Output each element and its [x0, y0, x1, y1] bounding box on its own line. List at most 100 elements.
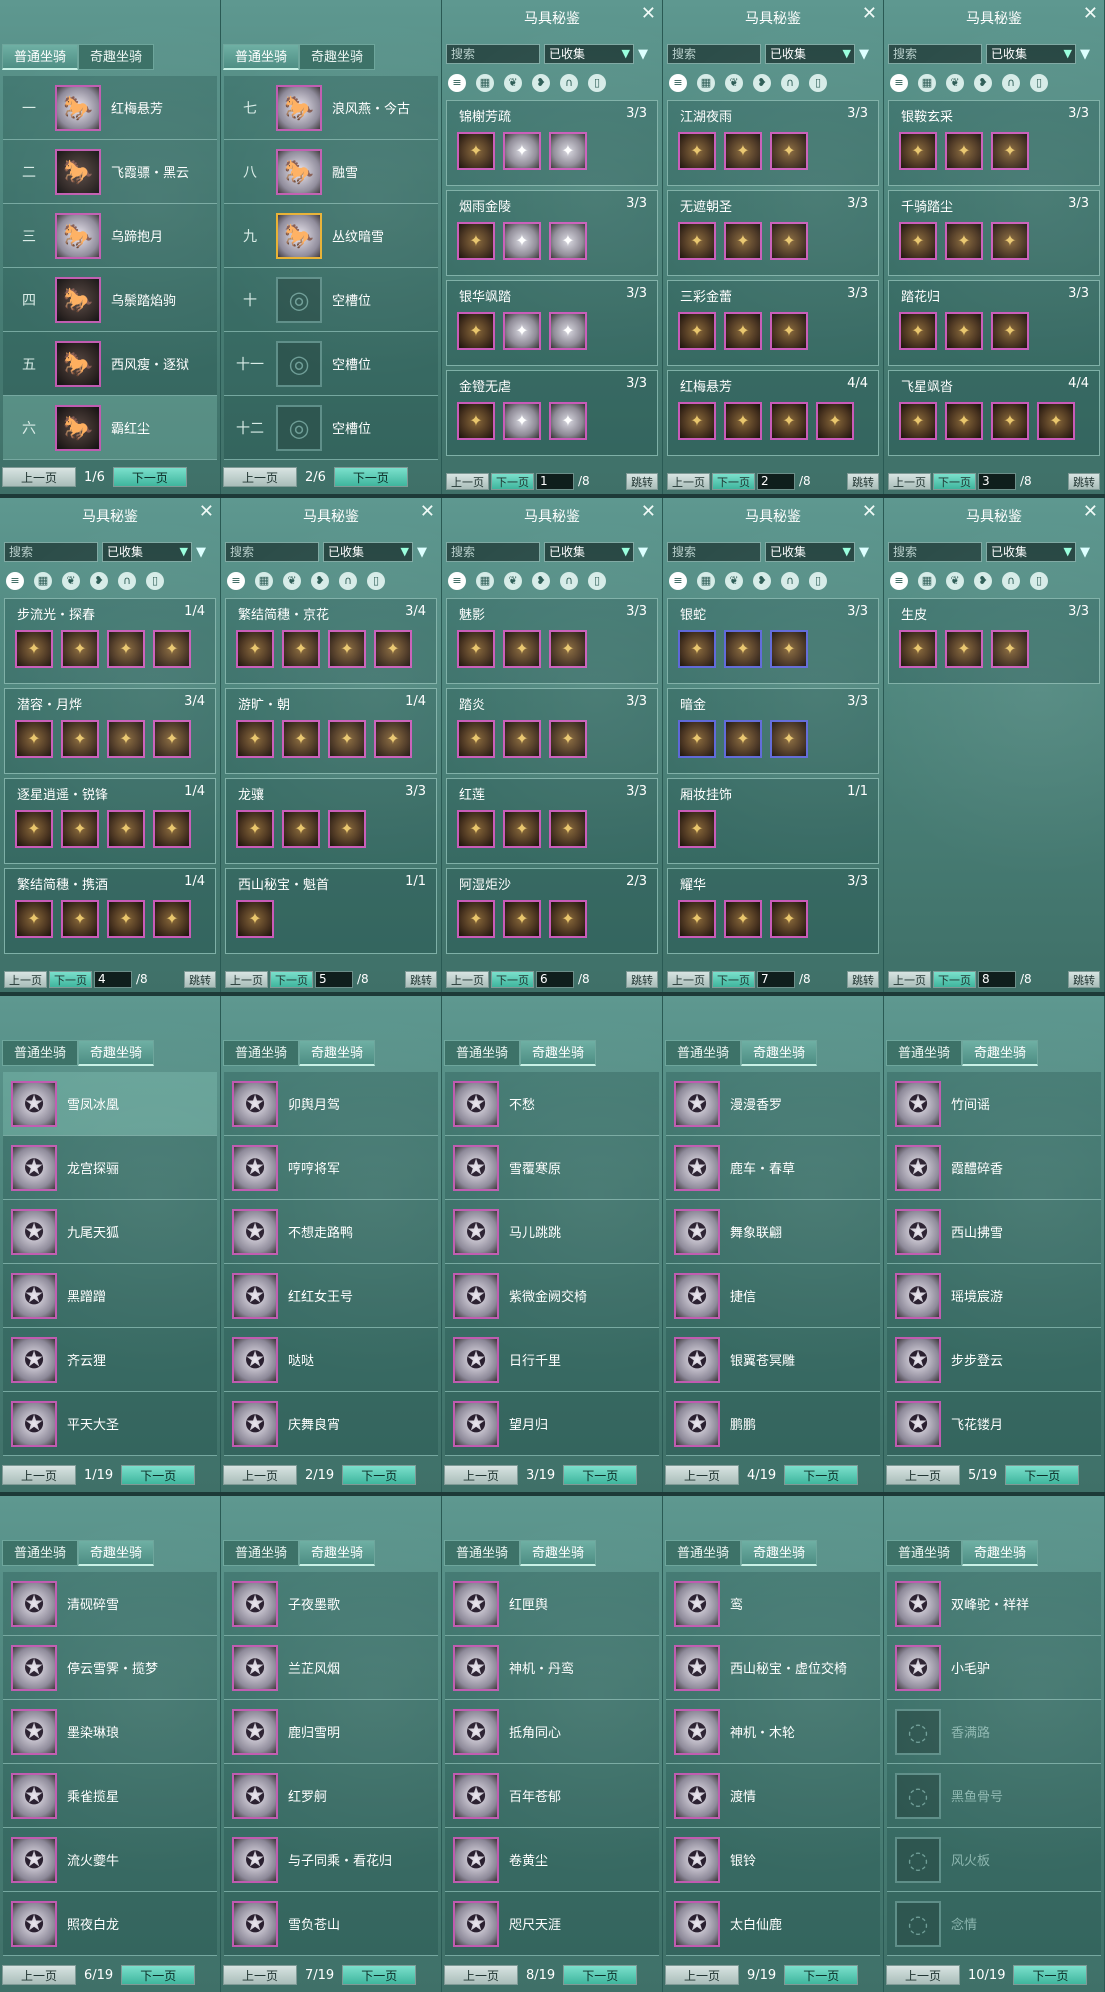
gear-piece-icon[interactable]: ✦ — [153, 720, 191, 758]
gear-set[interactable]: 游旷・朝 1/4 ✦ ✦ ✦ ✦ — [225, 688, 437, 774]
gear-piece-icon[interactable]: ✦ — [503, 900, 541, 938]
tab-fun-mount[interactable]: 奇趣坐骑 — [520, 1040, 596, 1066]
mount-list-item[interactable]: ✪ 哼哼将军 — [224, 1136, 438, 1200]
page-input[interactable]: 1 — [536, 472, 574, 490]
mount-list-item[interactable]: ✪ 瑶境宸游 — [887, 1264, 1101, 1328]
mount-list-item[interactable]: 七 🐎 浪风燕・今古 — [224, 76, 438, 140]
stirrup-icon[interactable]: ∩ — [118, 572, 136, 590]
tab-normal-mount[interactable]: 普通坐骑 — [665, 1040, 741, 1066]
mount-list-item[interactable]: ✪ 霞醴碎香 — [887, 1136, 1101, 1200]
mount-list-item[interactable]: ✪ 抵角同心 — [445, 1700, 659, 1764]
prev-page-button[interactable]: 上一页 — [888, 472, 931, 490]
collected-filter[interactable]: 已收集 ▼ — [765, 542, 855, 562]
gear-set[interactable]: 厢妆挂饰 1/1 ✦ — [667, 778, 879, 864]
next-page-button[interactable]: 下一页 — [563, 1465, 638, 1485]
mount-list-item[interactable]: ✪ 乘雀揽星 — [3, 1764, 217, 1828]
gear-set[interactable]: 三彩金蕾 3/3 ✦ ✦ ✦ — [667, 280, 879, 366]
filter-icon[interactable]: ▼ — [859, 47, 869, 62]
prev-page-button[interactable]: 上一页 — [886, 1465, 960, 1485]
mount-list-item[interactable]: ◌ 黑鱼骨号 — [887, 1764, 1101, 1828]
stirrup-icon[interactable]: ∩ — [560, 572, 578, 590]
jump-button[interactable]: 跳转 — [1068, 472, 1100, 490]
gear-piece-icon[interactable]: ✦ — [236, 900, 274, 938]
head-icon[interactable]: ❦ — [725, 572, 743, 590]
gear-set[interactable]: 红莲 3/3 ✦ ✦ ✦ — [446, 778, 658, 864]
filter-icon[interactable]: ▼ — [1080, 545, 1090, 560]
mount-list-item[interactable]: ✪ 渡情 — [666, 1764, 880, 1828]
gear-set[interactable]: 江湖夜雨 3/3 ✦ ✦ ✦ — [667, 100, 879, 186]
collected-filter[interactable]: 已收集 ▼ — [544, 44, 634, 64]
gear-piece-icon[interactable]: ✦ — [724, 900, 762, 938]
next-page-button[interactable]: 下一页 — [112, 467, 187, 487]
collected-filter[interactable]: 已收集 ▼ — [102, 542, 192, 562]
mount-list-item[interactable]: ✪ 银翼苍冥雕 — [666, 1328, 880, 1392]
mount-list-item[interactable]: ✪ 望月归 — [445, 1392, 659, 1456]
rein-icon[interactable]: ▯ — [146, 572, 164, 590]
gear-piece-icon[interactable]: ✦ — [945, 222, 983, 260]
prev-page-button[interactable]: 上一页 — [2, 1465, 76, 1485]
collected-filter[interactable]: 已收集 ▼ — [765, 44, 855, 64]
gear-piece-icon[interactable]: ✦ — [816, 402, 854, 440]
search-input[interactable]: 搜索 — [667, 44, 761, 64]
gear-piece-icon[interactable]: ✦ — [15, 810, 53, 848]
grid-icon[interactable]: ▦ — [476, 74, 494, 92]
gear-piece-icon[interactable]: ✦ — [374, 720, 412, 758]
gear-piece-icon[interactable]: ✦ — [503, 630, 541, 668]
prev-page-button[interactable]: 上一页 — [2, 1965, 76, 1985]
mount-list-item[interactable]: 二 🐎 飞霞骠・黑云 — [3, 140, 217, 204]
mount-list-item[interactable]: ✪ 齐云狸 — [3, 1328, 217, 1392]
search-input[interactable]: 搜索 — [667, 542, 761, 562]
stirrup-icon[interactable]: ∩ — [1002, 74, 1020, 92]
gear-piece-icon[interactable]: ✦ — [503, 810, 541, 848]
gear-piece-icon[interactable]: ✦ — [61, 630, 99, 668]
jump-button[interactable]: 跳转 — [847, 970, 879, 988]
prev-page-button[interactable]: 上一页 — [223, 467, 297, 487]
rein-icon[interactable]: ▯ — [809, 74, 827, 92]
gear-piece-icon[interactable]: ✦ — [899, 630, 937, 668]
gear-piece-icon[interactable]: ✦ — [374, 630, 412, 668]
search-input[interactable]: 搜索 — [446, 44, 540, 64]
mount-list-item[interactable]: ✪ 鹿车・春草 — [666, 1136, 880, 1200]
gear-piece-icon[interactable]: ✦ — [153, 630, 191, 668]
gear-piece-icon[interactable]: ✦ — [724, 222, 762, 260]
saddle-icon[interactable]: ❥ — [974, 74, 992, 92]
mount-list-item[interactable]: ✪ 雪凤冰凰 — [3, 1072, 217, 1136]
mount-list-item[interactable]: ✪ 九尾天狐 — [3, 1200, 217, 1264]
mount-list-item[interactable]: ✪ 百年苍郁 — [445, 1764, 659, 1828]
gear-piece-icon[interactable]: ✦ — [1037, 402, 1075, 440]
gear-piece-icon[interactable]: ✦ — [236, 630, 274, 668]
mount-list-item[interactable]: 五 🐎 西风瘦・逐狱 — [3, 332, 217, 396]
gear-piece-icon[interactable]: ✦ — [770, 312, 808, 350]
gear-piece-icon[interactable]: ✦ — [724, 132, 762, 170]
page-input[interactable]: 8 — [978, 970, 1016, 988]
mount-list-item[interactable]: 八 🐎 融雪 — [224, 140, 438, 204]
saddle-icon[interactable]: ❥ — [90, 572, 108, 590]
gear-piece-icon[interactable]: ✦ — [945, 630, 983, 668]
gear-piece-icon[interactable]: ✦ — [457, 132, 495, 170]
stirrup-icon[interactable]: ∩ — [781, 572, 799, 590]
saddle-icon[interactable]: ❥ — [532, 74, 550, 92]
next-page-button[interactable]: 下一页 — [784, 1965, 859, 1985]
rein-icon[interactable]: ▯ — [588, 572, 606, 590]
mount-list-item[interactable]: ✪ 日行千里 — [445, 1328, 659, 1392]
mount-list-item[interactable]: ✪ 不愁 — [445, 1072, 659, 1136]
gear-piece-icon[interactable]: ✦ — [991, 222, 1029, 260]
mount-list-item[interactable]: ✪ 不想走路鸭 — [224, 1200, 438, 1264]
page-input[interactable]: 3 — [978, 472, 1016, 490]
filter-icon[interactable]: ▼ — [638, 545, 648, 560]
mount-list-item[interactable]: 十一 ◎ 空槽位 — [224, 332, 438, 396]
gear-piece-icon[interactable]: ✦ — [678, 900, 716, 938]
close-icon[interactable]: ✕ — [1083, 3, 1098, 24]
page-input[interactable]: 2 — [757, 472, 795, 490]
gear-piece-icon[interactable]: ✦ — [991, 312, 1029, 350]
prev-page-button[interactable]: 上一页 — [446, 472, 489, 490]
tab-fun-mount[interactable]: 奇趣坐骑 — [78, 44, 154, 70]
gear-piece-icon[interactable]: ✦ — [770, 402, 808, 440]
rein-icon[interactable]: ▯ — [1030, 572, 1048, 590]
tab-fun-mount[interactable]: 奇趣坐骑 — [78, 1540, 154, 1566]
gear-piece-icon[interactable]: ✦ — [549, 402, 587, 440]
mount-list-item[interactable]: ✪ 平天大圣 — [3, 1392, 217, 1456]
gear-piece-icon[interactable]: ✦ — [678, 222, 716, 260]
mount-list-item[interactable]: ✪ 红红女王号 — [224, 1264, 438, 1328]
mount-list-item[interactable]: 九 🐎 丛纹暗雪 — [224, 204, 438, 268]
